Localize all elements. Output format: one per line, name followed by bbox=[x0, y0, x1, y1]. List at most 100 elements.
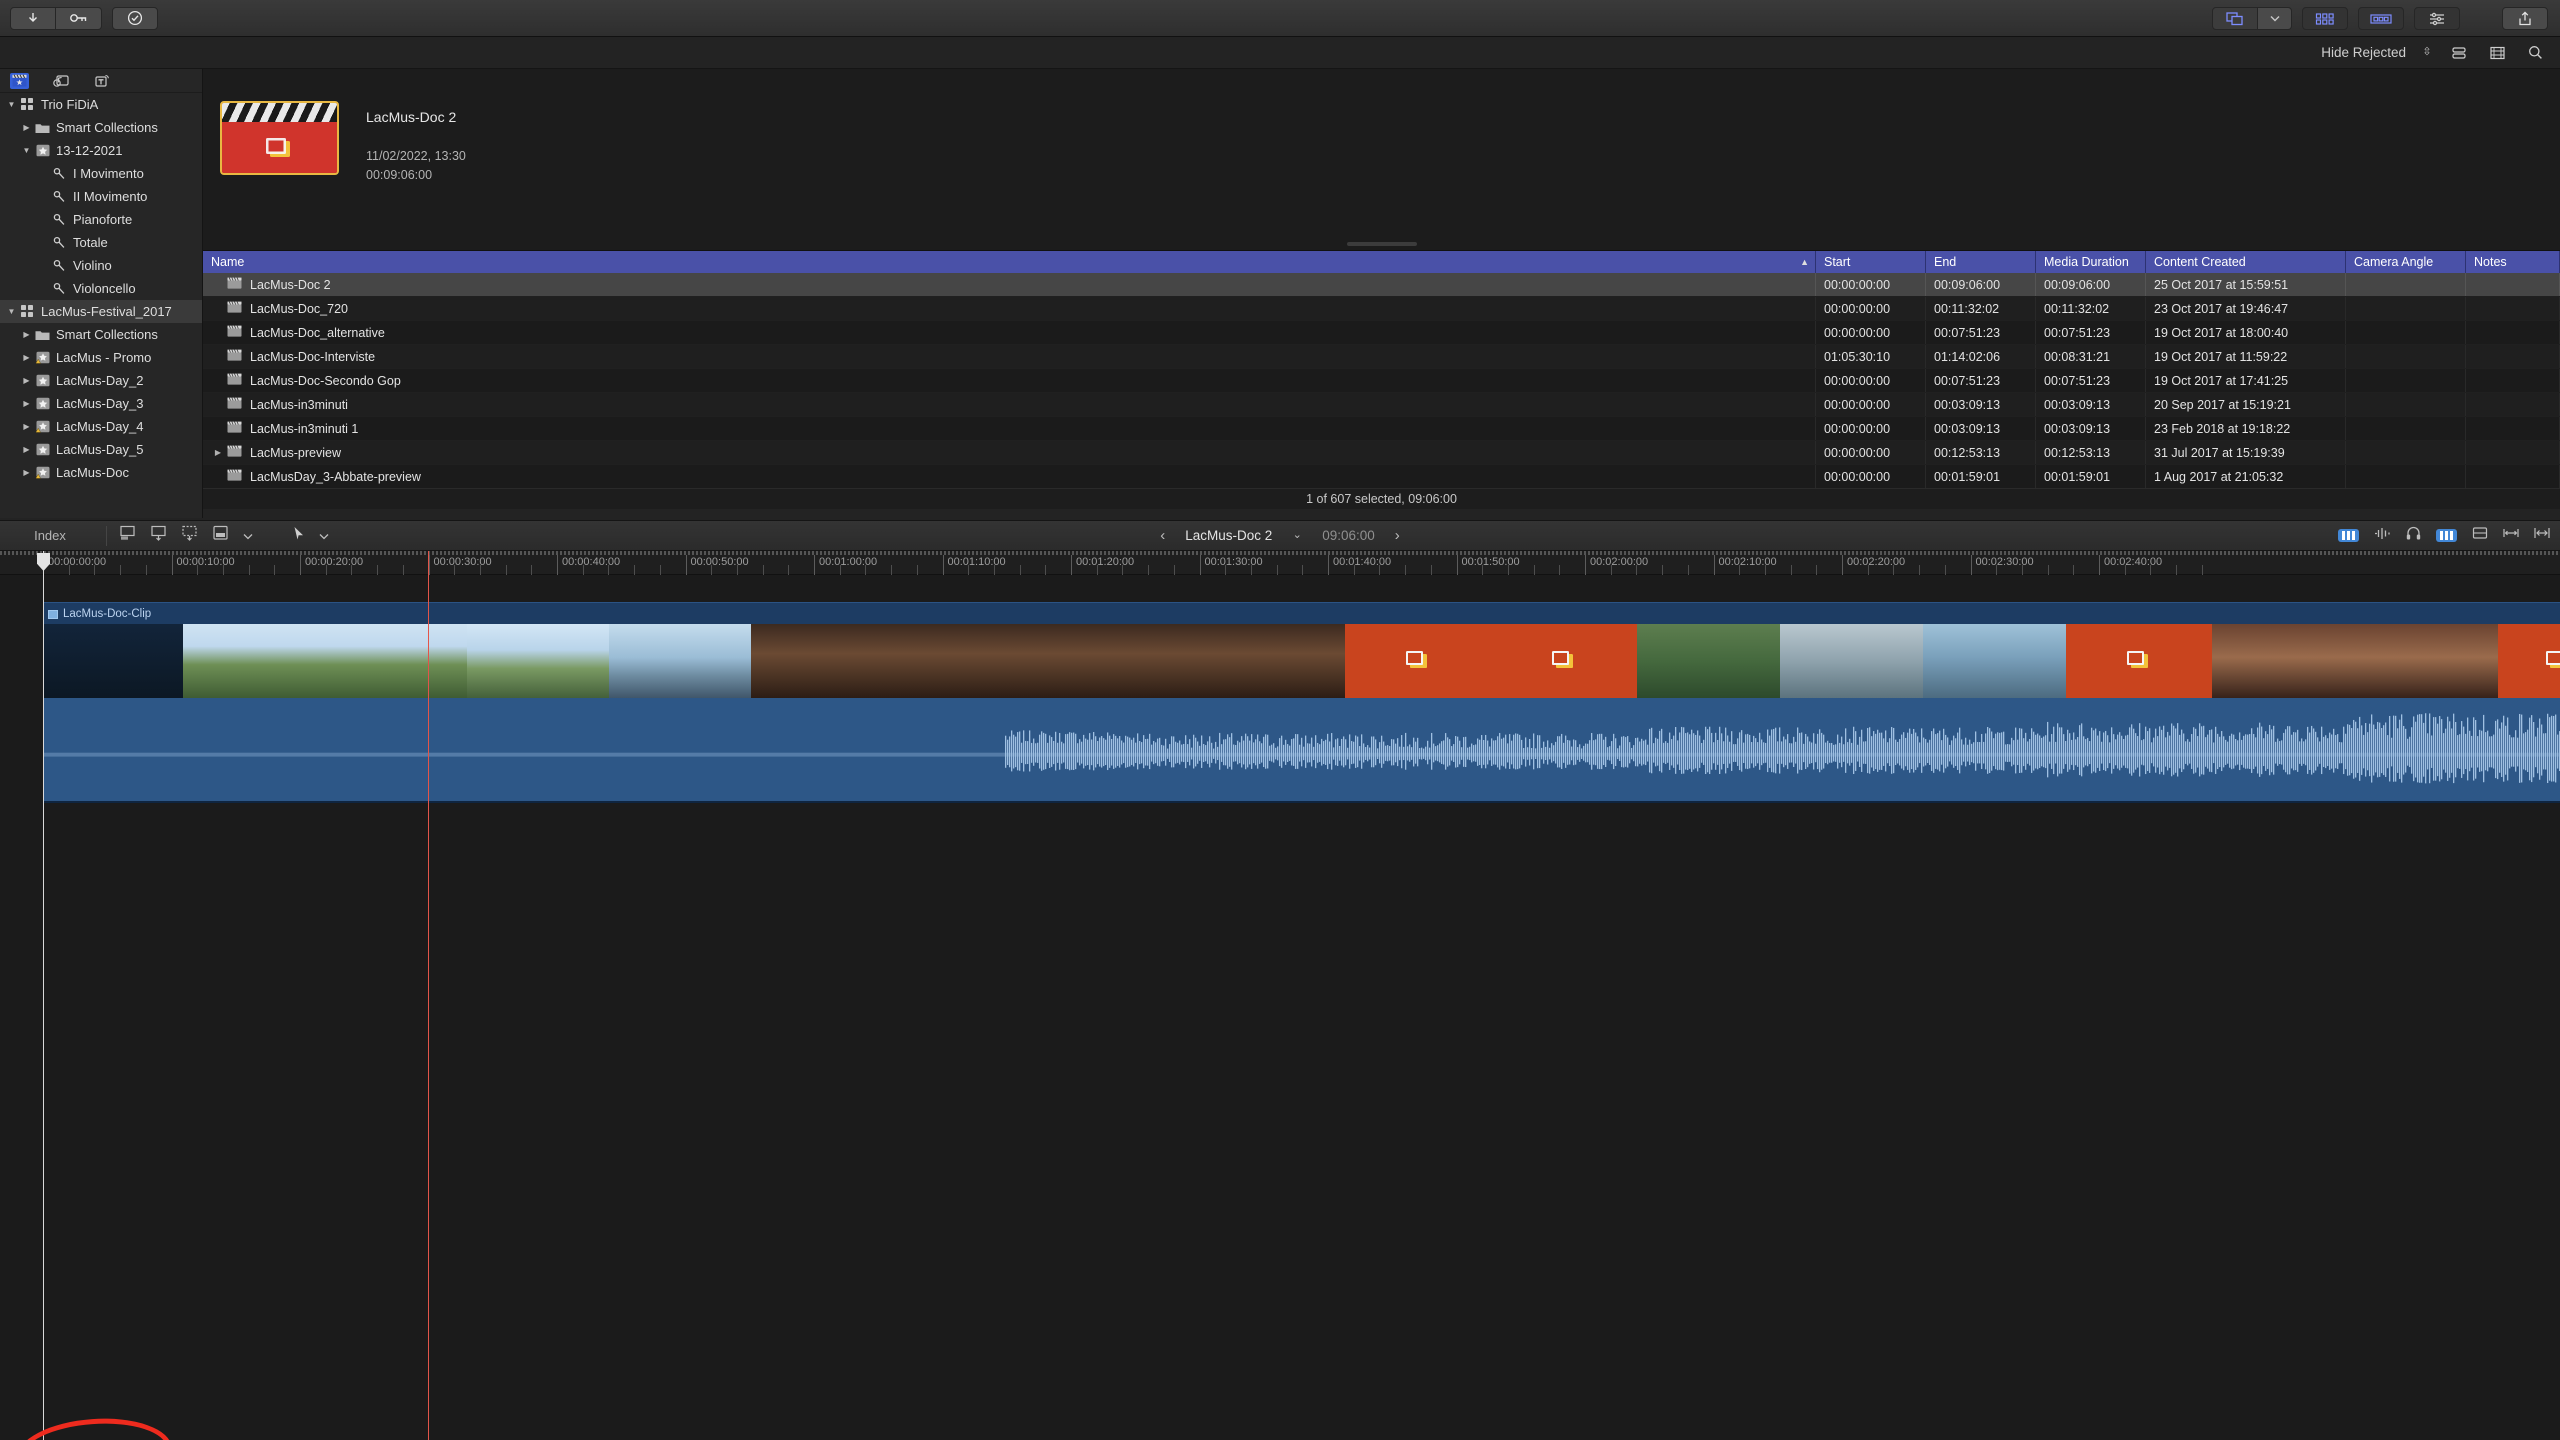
sidebar-item-lacmus-doc[interactable]: ▶ LacMus-Doc bbox=[0, 461, 202, 484]
column-header-camera-angle[interactable]: Camera Angle bbox=[2346, 251, 2466, 273]
sidebar-item-lacmus-day-2[interactable]: ▶ LacMus-Day_2 bbox=[0, 369, 202, 392]
clip-thumbnail[interactable] bbox=[220, 101, 339, 175]
table-cell-created: 25 Oct 2017 at 15:59:51 bbox=[2146, 273, 2346, 296]
append-icon[interactable] bbox=[150, 525, 167, 546]
inspector-button[interactable] bbox=[2414, 7, 2460, 30]
disclosure-closed-icon[interactable]: ▶ bbox=[19, 468, 34, 477]
libraries-sidebar[interactable]: ▼ Trio FiDiA ▶ Smart Collections ▼ 13-12-2021… bbox=[0, 69, 203, 518]
disclosure-closed-icon[interactable]: ▶ bbox=[19, 422, 34, 431]
sidebar-item-lacmus-festival-2017[interactable]: ▼ LacMus-Festival_2017 bbox=[0, 300, 202, 323]
table-row[interactable]: LacMusDay_3-Abbate-preview 00:00:00:00 00:… bbox=[203, 465, 2560, 489]
audio-level-icon[interactable] bbox=[2436, 529, 2457, 542]
disclosure-closed-icon[interactable]: ▶ bbox=[19, 353, 34, 362]
sidebar-item-i-movimento[interactable]: I Movimento bbox=[0, 162, 202, 185]
sidebar-item-lacmus-day-4[interactable]: ▶ LacMus-Day_4 bbox=[0, 415, 202, 438]
table-cell-end: 01:14:02:06 bbox=[1926, 345, 2036, 368]
video-thumbnail bbox=[1049, 624, 1197, 698]
hide-rejected-label[interactable]: Hide Rejected bbox=[2321, 45, 2406, 60]
disclosure-closed-icon[interactable]: ▶ bbox=[19, 399, 34, 408]
column-header-media-duration[interactable]: Media Duration bbox=[2036, 251, 2146, 273]
expand-icon[interactable] bbox=[2534, 526, 2550, 545]
timeline-timecode-label[interactable]: 09:06:00 bbox=[1322, 528, 1375, 543]
timeline-panel[interactable]: 00:00:00:00 00:00:10:00 00:00:20:00 00:00:3… bbox=[0, 551, 2560, 1440]
chevron-right-icon[interactable]: › bbox=[1395, 527, 1400, 544]
chevron-down-icon[interactable] bbox=[319, 527, 329, 545]
table-cell-duration: 00:07:51:23 bbox=[2036, 369, 2146, 392]
table-row[interactable]: LacMus-in3minuti 1 00:00:00:00 00:03:09:13… bbox=[203, 417, 2560, 441]
column-header-name[interactable]: Name ▲ bbox=[203, 251, 1816, 273]
title-action-button[interactable] bbox=[2212, 7, 2258, 30]
sidebar-item-violino[interactable]: Violino bbox=[0, 254, 202, 277]
column-header-content-created[interactable]: Content Created bbox=[2146, 251, 2346, 273]
connect-icon[interactable] bbox=[212, 525, 229, 546]
sidebar-item-totale[interactable]: Totale bbox=[0, 231, 202, 254]
rating-favorite-button[interactable] bbox=[112, 6, 158, 30]
arrow-cursor-icon[interactable] bbox=[293, 526, 305, 546]
clapperboard-icon[interactable] bbox=[10, 72, 29, 89]
table-cell-name: ▶ LacMus-preview bbox=[203, 441, 1816, 464]
timeline-ruler[interactable]: 00:00:00:00 00:00:10:00 00:00:20:00 00:00:3… bbox=[0, 551, 2560, 575]
sidebar-item-smart-collections[interactable]: ▶ Smart Collections bbox=[0, 116, 202, 139]
browser-grid-button[interactable] bbox=[2302, 7, 2348, 30]
browser-resize-handle[interactable] bbox=[1346, 242, 1417, 246]
disclosure-open-icon[interactable]: ▼ bbox=[19, 146, 34, 155]
disclosure-open-icon[interactable]: ▼ bbox=[4, 100, 19, 109]
project-chevron-down-icon[interactable]: ⌄ bbox=[1292, 530, 1302, 541]
audio-meters-icon[interactable] bbox=[2338, 529, 2359, 542]
sidebar-item-trio-fidia[interactable]: ▼ Trio FiDiA bbox=[0, 93, 202, 116]
browser-list-button[interactable] bbox=[2358, 7, 2404, 30]
disclosure-closed-icon[interactable]: ▶ bbox=[19, 445, 34, 454]
sidebar-item-smart-collections[interactable]: ▶ Smart Collections bbox=[0, 323, 202, 346]
row-disclosure-icon[interactable]: ▶ bbox=[211, 448, 225, 457]
sidebar-item-ii-movimento[interactable]: II Movimento bbox=[0, 185, 202, 208]
table-row[interactable]: LacMus-in3minuti 00:00:00:00 00:03:09:13 00… bbox=[203, 393, 2560, 417]
table-cell-angle bbox=[2346, 369, 2466, 392]
chevron-down-icon[interactable] bbox=[243, 527, 253, 545]
disclosure-closed-icon[interactable]: ▶ bbox=[19, 376, 34, 385]
table-row[interactable]: LacMus-Doc-Interviste 01:05:30:10 01:14:02… bbox=[203, 345, 2560, 369]
insert-icon[interactable] bbox=[119, 525, 136, 546]
sidebar-item-13-12-2021[interactable]: ▼ 13-12-2021 bbox=[0, 139, 202, 162]
titles-icon[interactable] bbox=[92, 73, 111, 89]
zoom-fit-icon[interactable] bbox=[2503, 526, 2519, 545]
sidebar-item-violoncello[interactable]: Violoncello bbox=[0, 277, 202, 300]
project-name-label[interactable]: LacMus-Doc 2 bbox=[1185, 528, 1272, 543]
table-row[interactable]: LacMus-Doc_720 00:00:00:00 00:11:32:02 00:1… bbox=[203, 297, 2560, 321]
timeline-clip-header[interactable]: LacMus-Doc-Clip bbox=[43, 602, 2560, 624]
timeline-audio-track[interactable] bbox=[43, 698, 2560, 803]
disclosure-closed-icon[interactable]: ▶ bbox=[19, 123, 34, 132]
hide-rejected-chevron-icon[interactable]: ⇳ bbox=[2422, 47, 2432, 58]
share-button[interactable] bbox=[2502, 7, 2548, 30]
table-row[interactable]: LacMus-Doc 2 00:00:00:00 00:09:06:00 00:09:… bbox=[203, 273, 2560, 297]
overlay-chevron-button[interactable] bbox=[2258, 7, 2292, 30]
keywords-button[interactable] bbox=[56, 6, 102, 30]
playhead-line[interactable] bbox=[428, 551, 429, 1440]
column-header-end[interactable]: End bbox=[1926, 251, 2036, 273]
table-row[interactable]: LacMus-Doc_alternative 00:00:00:00 00:07:5… bbox=[203, 321, 2560, 345]
clapperboard-icon bbox=[227, 349, 244, 364]
sidebar-item-lacmus-day-3[interactable]: ▶ LacMus-Day_3 bbox=[0, 392, 202, 415]
music-photos-icon[interactable] bbox=[51, 73, 70, 89]
chevron-left-icon[interactable]: ‹ bbox=[1160, 527, 1165, 544]
sidebar-item-lacmus-promo[interactable]: ▶ LacMus - Promo bbox=[0, 346, 202, 369]
clapperboard-icon bbox=[227, 421, 244, 436]
import-media-button[interactable] bbox=[10, 6, 56, 30]
search-icon[interactable] bbox=[2524, 42, 2546, 64]
clip-appearance-icon[interactable] bbox=[2472, 526, 2488, 545]
headphone-icon[interactable] bbox=[2406, 526, 2421, 545]
table-row[interactable]: ▶ LacMus-preview 00:00:00:00 00:12:53:13 00:… bbox=[203, 441, 2560, 465]
filmstrip-icon[interactable] bbox=[2486, 42, 2508, 64]
disclosure-closed-icon[interactable]: ▶ bbox=[19, 330, 34, 339]
sidebar-item-lacmus-day-5[interactable]: ▶ LacMus-Day_5 bbox=[0, 438, 202, 461]
table-row[interactable]: LacMus-Doc-Secondo Gop 00:00:00:00 00:07:5… bbox=[203, 369, 2560, 393]
column-header-start[interactable]: Start bbox=[1816, 251, 1926, 273]
waveform-icon[interactable] bbox=[2374, 527, 2391, 545]
timeline-index-button[interactable]: Index bbox=[0, 528, 100, 543]
overwrite-icon[interactable] bbox=[181, 525, 198, 546]
clip-appearance-button[interactable] bbox=[2448, 42, 2470, 64]
toolbar-left-group bbox=[0, 6, 158, 30]
timeline-video-track[interactable] bbox=[43, 624, 2560, 698]
disclosure-open-icon[interactable]: ▼ bbox=[4, 307, 19, 316]
sidebar-item-pianoforte[interactable]: Pianoforte bbox=[0, 208, 202, 231]
column-header-notes[interactable]: Notes bbox=[2466, 251, 2560, 273]
